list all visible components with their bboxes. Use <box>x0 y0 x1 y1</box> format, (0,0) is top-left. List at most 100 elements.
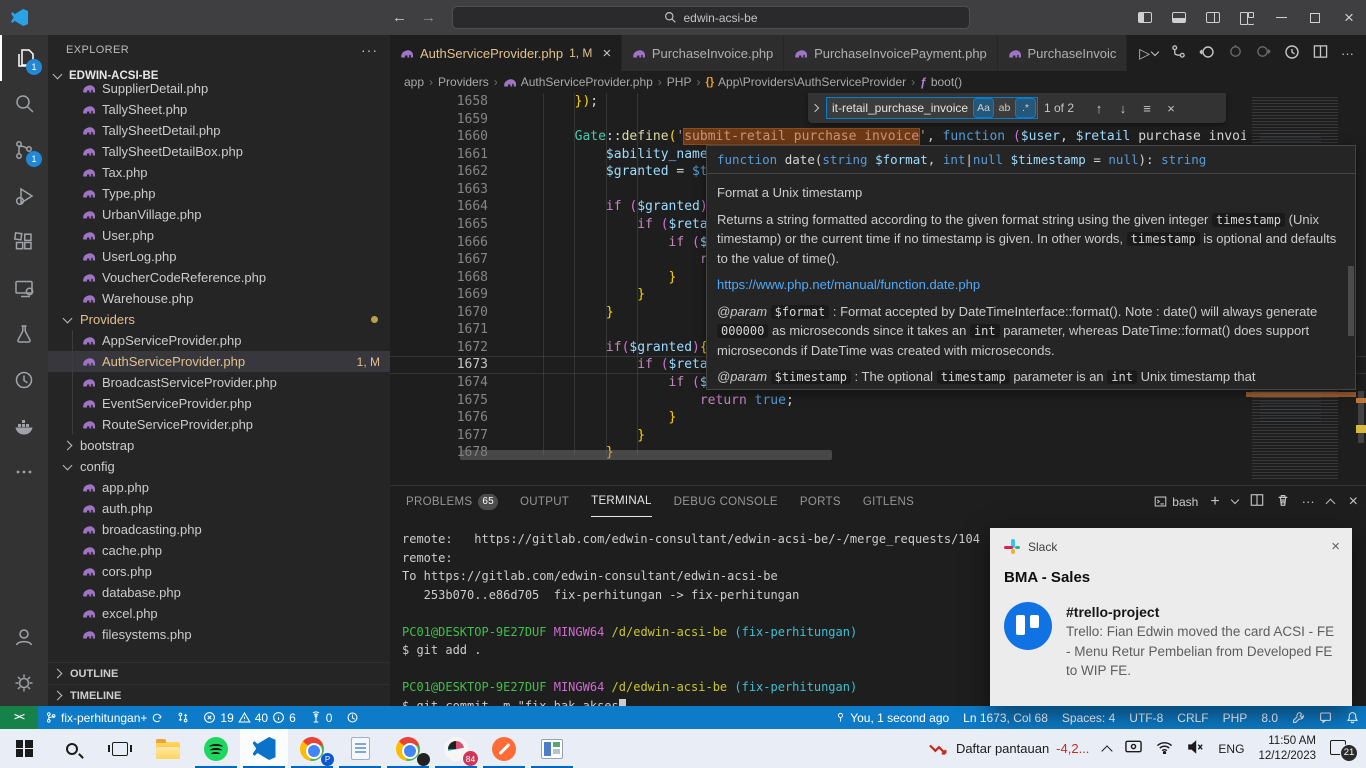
tree-file[interactable]: AppServiceProvider.php <box>48 330 390 351</box>
command-center-search[interactable]: edwin-acsi-be <box>452 6 970 29</box>
tab-authserviceprovider-php[interactable]: AuthServiceProvider.php1, M× <box>390 35 622 71</box>
feedback-icon[interactable] <box>1312 706 1339 729</box>
tree-file[interactable]: BroadcastServiceProvider.php <box>48 372 390 393</box>
file-explorer-button[interactable] <box>144 729 192 768</box>
history-back-button[interactable]: ← <box>392 9 407 26</box>
bell-icon[interactable] <box>1339 706 1366 729</box>
chrome-profile-button[interactable] <box>384 729 432 768</box>
language-mode[interactable]: PHP <box>1216 706 1255 729</box>
find-in-selection-button[interactable]: ≡ <box>1138 101 1156 116</box>
history-forward-button[interactable]: → <box>421 9 436 26</box>
vscode-button[interactable] <box>240 729 288 768</box>
breadcrumb-item[interactable]: app <box>404 75 424 89</box>
horizontal-scrollbar[interactable] <box>460 450 832 460</box>
tree-file[interactable]: UrbanVillage.php <box>48 204 390 225</box>
previous-change-icon[interactable] <box>1228 44 1243 62</box>
stocks-widget[interactable]: Daftar pantauan -4,2... <box>929 741 1089 756</box>
whole-word-toggle[interactable]: ab <box>995 99 1014 117</box>
slack-notification[interactable]: Slack × BMA - Sales #trello-project Trel… <box>990 528 1352 706</box>
git-branch-status[interactable]: fix-perhitungan+ <box>38 706 170 729</box>
notification-center-button[interactable]: 21 <box>1330 738 1356 760</box>
indentation-setting[interactable]: Spaces: 4 <box>1055 706 1122 729</box>
taskbar-search-button[interactable] <box>48 729 96 768</box>
tree-folder[interactable]: Providers <box>48 309 390 330</box>
tree-file[interactable]: Type.php <box>48 183 390 204</box>
tree-file[interactable]: database.php <box>48 582 390 603</box>
activity-item-testing[interactable] <box>0 311 48 357</box>
gitlens-status[interactable] <box>339 706 366 729</box>
tree-file[interactable]: VoucherCodeReference.php <box>48 267 390 288</box>
git-compare-status[interactable] <box>170 706 196 729</box>
panel-tab-output[interactable]: OUTPUT <box>520 486 569 517</box>
tree-file[interactable]: TallySheetDetail.php <box>48 120 390 141</box>
encoding-setting[interactable]: UTF-8 <box>1122 706 1170 729</box>
run-php-button[interactable]: ▷ <box>1139 45 1158 62</box>
customize-layout-button[interactable] <box>1230 0 1264 35</box>
hover-scrollbar[interactable] <box>1348 266 1354 336</box>
tab-purchaseinvoicepayment-php[interactable]: PurchaseInvoicePayment.php <box>784 35 997 71</box>
new-terminal-button[interactable]: + <box>1210 493 1219 511</box>
toggle-secondary-sidebar-button[interactable] <box>1196 0 1230 35</box>
activity-item-remote-explorer[interactable] <box>0 265 48 311</box>
maximize-panel-icon[interactable] <box>1325 498 1335 508</box>
tree-file[interactable]: TallySheet.php <box>48 99 390 120</box>
tree-file[interactable]: AuthServiceProvider.php1, M <box>48 351 390 372</box>
activity-item-explorer[interactable]: 1 <box>0 35 48 81</box>
activity-item-search[interactable] <box>0 81 48 127</box>
code-editor[interactable]: 1658 });16591660 Gate::define('submit-re… <box>390 93 1366 485</box>
breadcrumb-item[interactable]: AuthServiceProvider.php <box>503 75 653 89</box>
panel-tab-debug-console[interactable]: DEBUG CONSOLE <box>674 486 778 517</box>
volume-muted-icon[interactable] <box>1187 740 1204 757</box>
tree-file[interactable]: cors.php <box>48 561 390 582</box>
activity-item-docker[interactable] <box>0 403 48 449</box>
tree-file[interactable]: broadcasting.php <box>48 519 390 540</box>
close-icon[interactable]: × <box>602 45 611 62</box>
editor-scrollbar[interactable] <box>1356 93 1366 485</box>
find-input[interactable]: it-retail_purchase_invoice Aa ab .* <box>826 97 1038 119</box>
tree-file[interactable]: EventServiceProvider.php <box>48 393 390 414</box>
split-terminal-icon[interactable] <box>1250 493 1264 510</box>
tree-file[interactable]: TallySheetDetailBox.php <box>48 141 390 162</box>
spotify-button[interactable] <box>192 729 240 768</box>
tree-file[interactable]: auth.php <box>48 498 390 519</box>
eol-setting[interactable]: CRLF <box>1170 706 1215 729</box>
timeline-section[interactable]: TIMELINE <box>48 684 390 706</box>
panel-tab-problems[interactable]: PROBLEMS65 <box>406 486 498 517</box>
wrench-icon[interactable] <box>1285 706 1312 729</box>
close-find-button[interactable]: × <box>1162 101 1180 116</box>
wifi-icon[interactable] <box>1156 741 1173 757</box>
back-circle-icon[interactable] <box>1199 44 1215 63</box>
tree-file[interactable]: UserLog.php <box>48 246 390 267</box>
tree-file[interactable]: Tax.php <box>48 162 390 183</box>
outline-section[interactable]: OUTLINE <box>48 662 390 684</box>
activity-item-more[interactable] <box>0 449 48 495</box>
terminal[interactable]: remote: https://gitlab.com/edwin-consult… <box>402 530 986 706</box>
problems-status[interactable]: 19 40 6 <box>196 706 302 729</box>
panel-tab-gitlens[interactable]: GITLENS <box>863 486 914 517</box>
start-button[interactable] <box>0 729 48 768</box>
tree-file[interactable]: excel.php <box>48 603 390 624</box>
breadcrumb-item[interactable]: {}App\Providers\AuthServiceProvider <box>705 75 906 89</box>
tree-folder[interactable]: config <box>48 456 390 477</box>
git-graph-icon[interactable] <box>1171 44 1186 62</box>
tab-purchaseinvoice-php[interactable]: PurchaseInvoice.php <box>622 35 784 71</box>
tree-file[interactable]: filesystems.php <box>48 624 390 645</box>
activity-item-gitlens[interactable] <box>0 357 48 403</box>
language-indicator[interactable]: ENG <box>1218 742 1244 756</box>
blame-annotation[interactable]: You, 1 second ago <box>828 706 956 729</box>
activity-item-accounts[interactable] <box>0 614 48 660</box>
tree-file[interactable]: Warehouse.php <box>48 288 390 309</box>
panel-tab-ports[interactable]: PORTS <box>800 486 841 517</box>
close-button[interactable]: × <box>1332 0 1366 35</box>
more-actions-icon[interactable]: ··· <box>1302 494 1315 509</box>
php-version[interactable]: 8.0 <box>1254 706 1285 729</box>
tree-file[interactable]: SupplierDetail.php <box>48 78 390 99</box>
ports-status[interactable]: 0 <box>303 706 340 729</box>
cast-icon[interactable] <box>1125 740 1142 757</box>
tree-file[interactable]: RouteServiceProvider.php <box>48 414 390 435</box>
tree-file[interactable]: app.php <box>48 477 390 498</box>
hover-doc-link[interactable]: https://www.php.net/manual/function.date… <box>717 277 980 292</box>
close-toast-icon[interactable]: × <box>1331 538 1340 555</box>
tree-file[interactable]: cache.php <box>48 540 390 561</box>
breadcrumb-item[interactable]: Providers <box>438 75 489 89</box>
